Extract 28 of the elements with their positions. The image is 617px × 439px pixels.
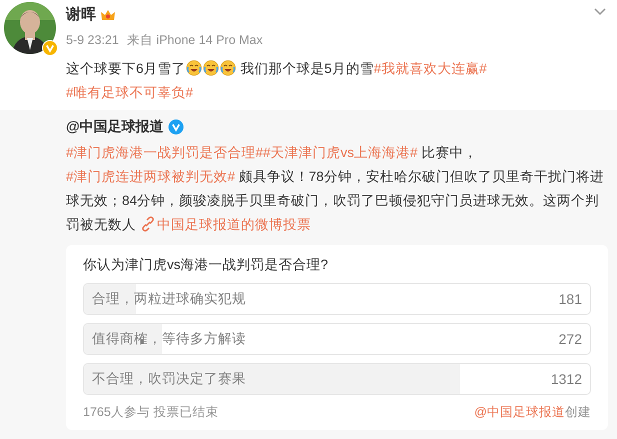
poll-creator: @中国足球报道创建 — [474, 404, 591, 422]
crying-laughing-emoji-icon — [220, 60, 236, 76]
hashtag-link[interactable]: #我就喜欢大连赢# — [374, 61, 487, 76]
crown-icon — [100, 8, 116, 22]
reposted-author[interactable]: @中国足球报道 — [66, 116, 164, 137]
vote-count: 272 — [558, 330, 582, 349]
vote-count: 181 — [558, 290, 582, 309]
poll-option[interactable]: 合理，两粒进球确实犯规 181 — [83, 283, 591, 316]
hashtag-link[interactable]: #唯有足球不可辜负# — [66, 85, 194, 100]
poll-option[interactable]: 值得商榷，等待多方解读 272 — [83, 323, 591, 356]
vote-count: 1312 — [550, 370, 582, 389]
creator-link[interactable]: @中国足球报道 — [474, 405, 565, 420]
hashtag-link[interactable]: #津门虎连进两球被判无效# — [66, 169, 236, 184]
hashtag-link[interactable]: #津门虎海港一战判罚是否合理# — [66, 145, 264, 160]
crying-laughing-emoji-icon — [202, 60, 219, 76]
post-text: 这个球要下6月雪了 我们那个球是5月的雪#我就喜欢大连赢# #唯有足球不可辜负# — [66, 59, 488, 102]
crying-laughing-emoji-icon — [186, 60, 202, 76]
hashtag-link[interactable]: #天津津门虎vs上海海港# — [263, 145, 418, 160]
poll-question: 你认为津门虎vs海港一战判罚是否合理? — [83, 256, 330, 274]
chevron-down-icon[interactable] — [593, 6, 607, 16]
post-time[interactable]: 5-9 23:21 — [66, 30, 119, 50]
post-source: 来自 iPhone 14 Pro Max — [126, 32, 263, 48]
vote-link[interactable]: 中国足球报道的微博投票 — [140, 217, 311, 232]
link-icon — [140, 216, 154, 232]
poll-summary: 1765人参与 投票已结束 — [83, 404, 218, 422]
poll-option[interactable]: 不合理，吹罚决定了赛果 1312 — [83, 363, 591, 396]
repost-text: #津门虎海港一战判罚是否合理##天津津门虎vs上海海港# 比赛中， #津门虎连进两球被判无效# 颇具争议！78分钟，安杜哈尔破门但吹了贝里奇干扰门将进球无效；84分钟，颜骏凌脱手贝里奇破门，吹罚了巴顿侵犯守门员进球无效。这两个判罚被无数人 中国足球报道的微博投票 — [66, 144, 605, 234]
user-name[interactable]: 谢晖 — [66, 4, 96, 26]
